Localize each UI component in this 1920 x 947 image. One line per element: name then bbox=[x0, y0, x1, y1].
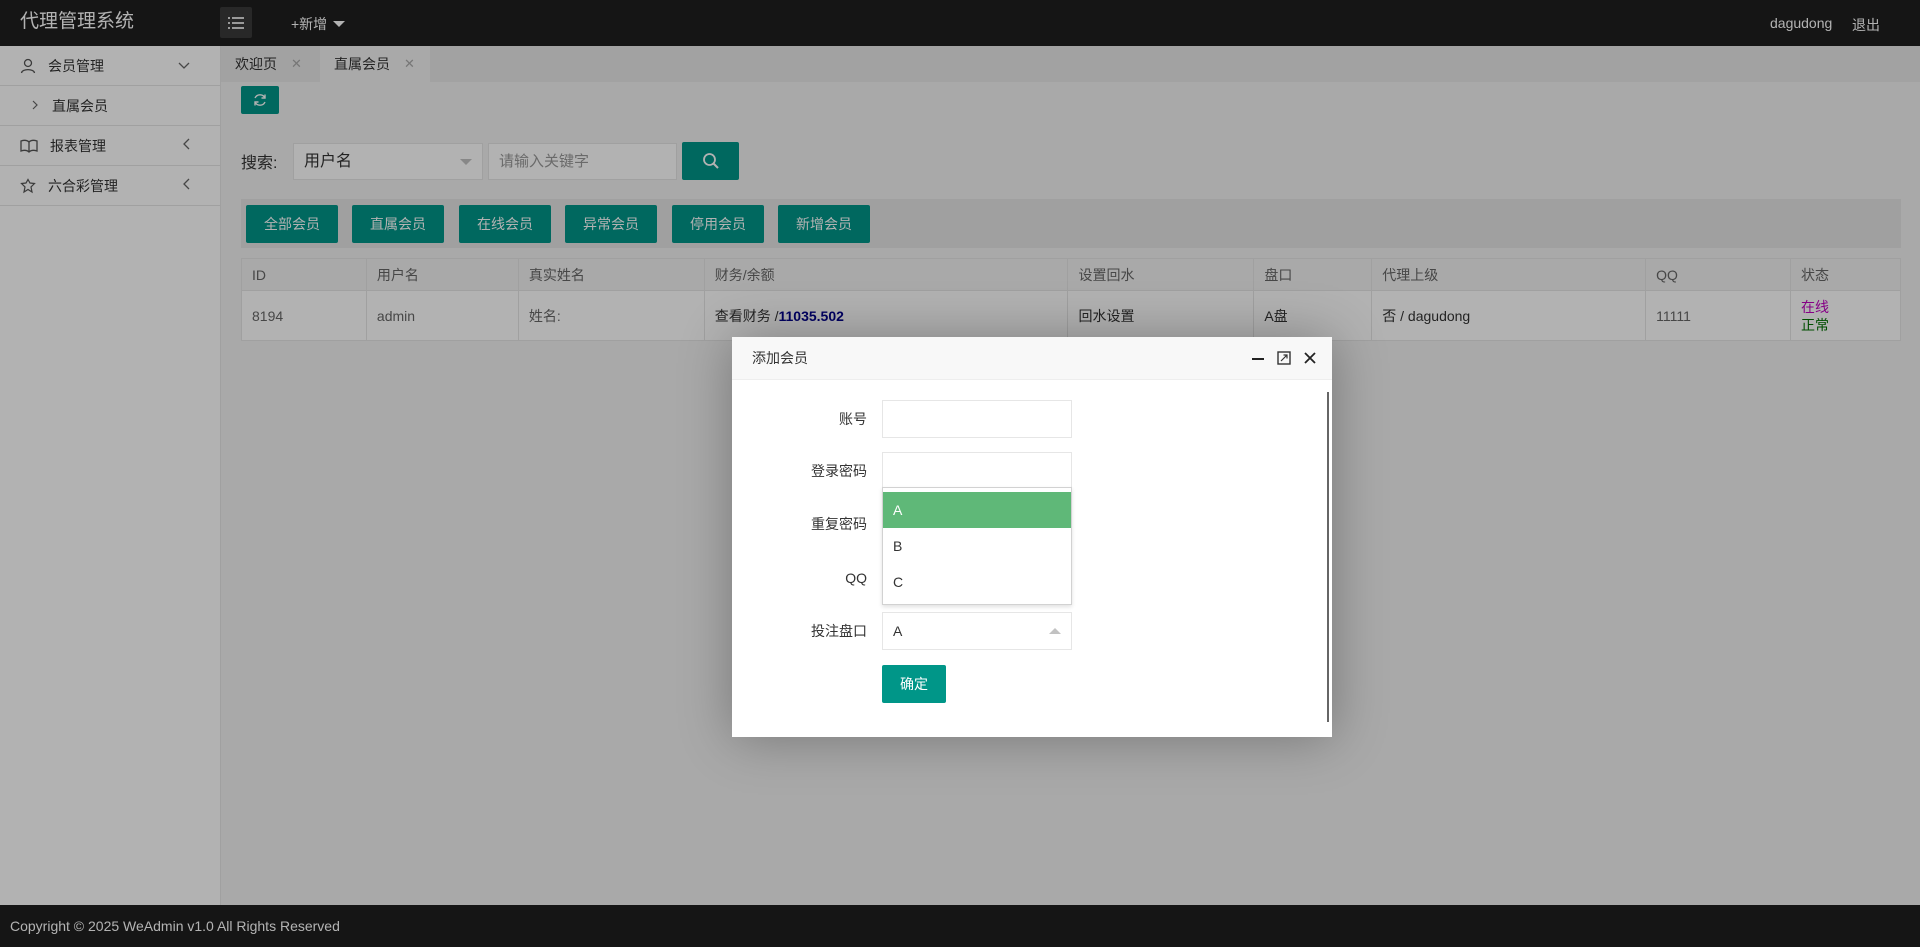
maximize-icon[interactable] bbox=[1276, 350, 1292, 369]
dialog-scrollbar[interactable] bbox=[1327, 392, 1329, 722]
confirm-button[interactable]: 确定 bbox=[882, 665, 946, 703]
password-row: 登录密码 bbox=[732, 452, 1332, 490]
pankou-select[interactable]: A bbox=[882, 612, 1072, 650]
account-label: 账号 bbox=[839, 411, 867, 427]
add-member-dialog: 添加会员 账号 登录密码 重复密码 QQ 投注盘口 A A B C 确定 bbox=[732, 337, 1332, 737]
password-label: 登录密码 bbox=[811, 463, 867, 479]
caret-up-icon bbox=[1049, 628, 1061, 634]
dialog-title-bar: 添加会员 bbox=[732, 337, 1332, 380]
account-input[interactable] bbox=[882, 400, 1072, 438]
qq-label: QQ bbox=[845, 570, 867, 586]
minimize-icon[interactable] bbox=[1250, 350, 1266, 369]
repeat-password-label: 重复密码 bbox=[811, 516, 867, 532]
pankou-select-value: A bbox=[893, 623, 903, 639]
dropdown-option-b[interactable]: B bbox=[883, 528, 1071, 564]
password-input[interactable] bbox=[882, 452, 1072, 490]
pankou-label: 投注盘口 bbox=[811, 623, 867, 639]
pankou-dropdown: A B C bbox=[882, 487, 1072, 605]
close-icon[interactable] bbox=[1302, 350, 1318, 369]
pankou-row: 投注盘口 A bbox=[732, 612, 1332, 650]
dialog-title: 添加会员 bbox=[752, 350, 808, 366]
dialog-controls bbox=[1250, 350, 1318, 369]
dropdown-option-a[interactable]: A bbox=[883, 492, 1071, 528]
account-row: 账号 bbox=[732, 400, 1332, 438]
dropdown-option-c[interactable]: C bbox=[883, 564, 1071, 600]
